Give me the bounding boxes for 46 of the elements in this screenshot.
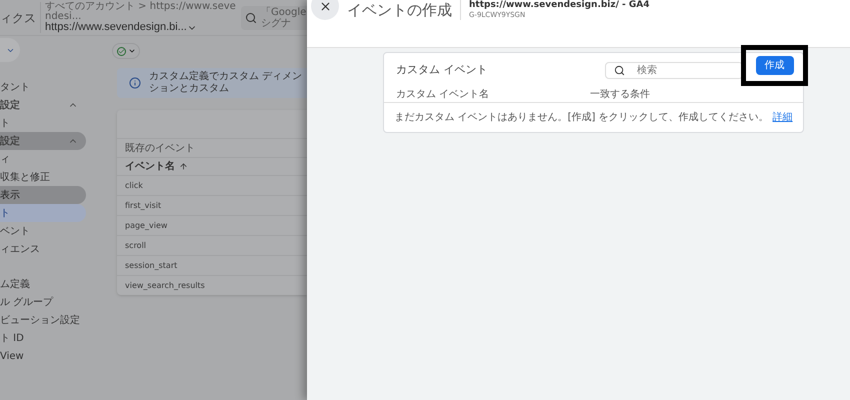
app-title: ィクス — [0, 10, 36, 26]
sidebar-item[interactable]: ビューション設定 — [0, 311, 86, 329]
table-cell: page_view — [117, 215, 307, 235]
search-icon — [245, 12, 257, 24]
property-selector[interactable]: https://www.sevendesign.bi... — [45, 22, 237, 33]
close-button[interactable] — [311, 0, 339, 20]
sidebar-item[interactable]: ト — [0, 204, 86, 222]
table-cell: view_search_results — [117, 275, 307, 295]
table-cell: session_start — [117, 255, 307, 275]
empty-message: まだカスタム イベントはありません。[作成] をクリックして、作成してください。 — [394, 110, 769, 125]
create-button[interactable]: 作成 — [756, 56, 794, 75]
sort-arrow-icon — [179, 162, 188, 171]
sidebar-item[interactable]: ト ID — [0, 329, 86, 347]
breadcrumb[interactable]: すべてのアカウント > https://www.sevendesi... — [45, 2, 237, 22]
table-cell: click — [117, 175, 307, 195]
card-title: 既存のイベント — [117, 138, 307, 157]
sidebar-item[interactable]: ベント — [0, 222, 86, 240]
close-icon — [318, 0, 332, 12]
sidebar-item[interactable]: ム定義 — [0, 275, 86, 293]
details-link[interactable]: 詳細 — [772, 110, 793, 125]
sidebar-item[interactable]: ル グループ — [0, 293, 86, 311]
info-banner: カスタム定義でカスタム ディメンションとカスタム — [117, 68, 307, 98]
sidebar-item[interactable]: タント — [0, 78, 86, 96]
table-cell: scroll — [117, 235, 307, 255]
sidebar-section[interactable]: 設定 — [0, 132, 86, 150]
search-field[interactable]: 検索 — [605, 62, 743, 78]
search-field[interactable]: 「Google シグナ — [241, 6, 307, 30]
search-icon — [614, 64, 625, 76]
sidebar-item[interactable]: View — [0, 347, 86, 365]
drawer-title: イベントの作成 — [347, 0, 452, 21]
sidebar-item[interactable]: ィエンス — [0, 240, 86, 258]
sidebar-item[interactable]: 収集と修正 — [0, 168, 86, 186]
card-title: カスタム イベント — [396, 62, 488, 78]
status-chip[interactable] — [112, 43, 140, 59]
column-header: 一致する条件 — [590, 88, 650, 102]
column-header: カスタム イベント名 — [396, 88, 490, 102]
info-icon — [129, 77, 141, 89]
caret-icon — [128, 47, 136, 55]
check-circle-icon — [116, 46, 126, 56]
sidebar-item[interactable]: 表示 — [0, 186, 86, 204]
sidebar-item[interactable]: ト — [0, 114, 86, 132]
table-cell: first_visit — [117, 195, 307, 215]
property-url: https://www.sevendesign.biz/ - GA4 — [469, 0, 650, 12]
sidebar-item[interactable]: ィ — [0, 150, 86, 168]
column-header[interactable]: イベント名 — [117, 157, 307, 175]
sidebar-section[interactable]: 設定 — [0, 96, 86, 114]
